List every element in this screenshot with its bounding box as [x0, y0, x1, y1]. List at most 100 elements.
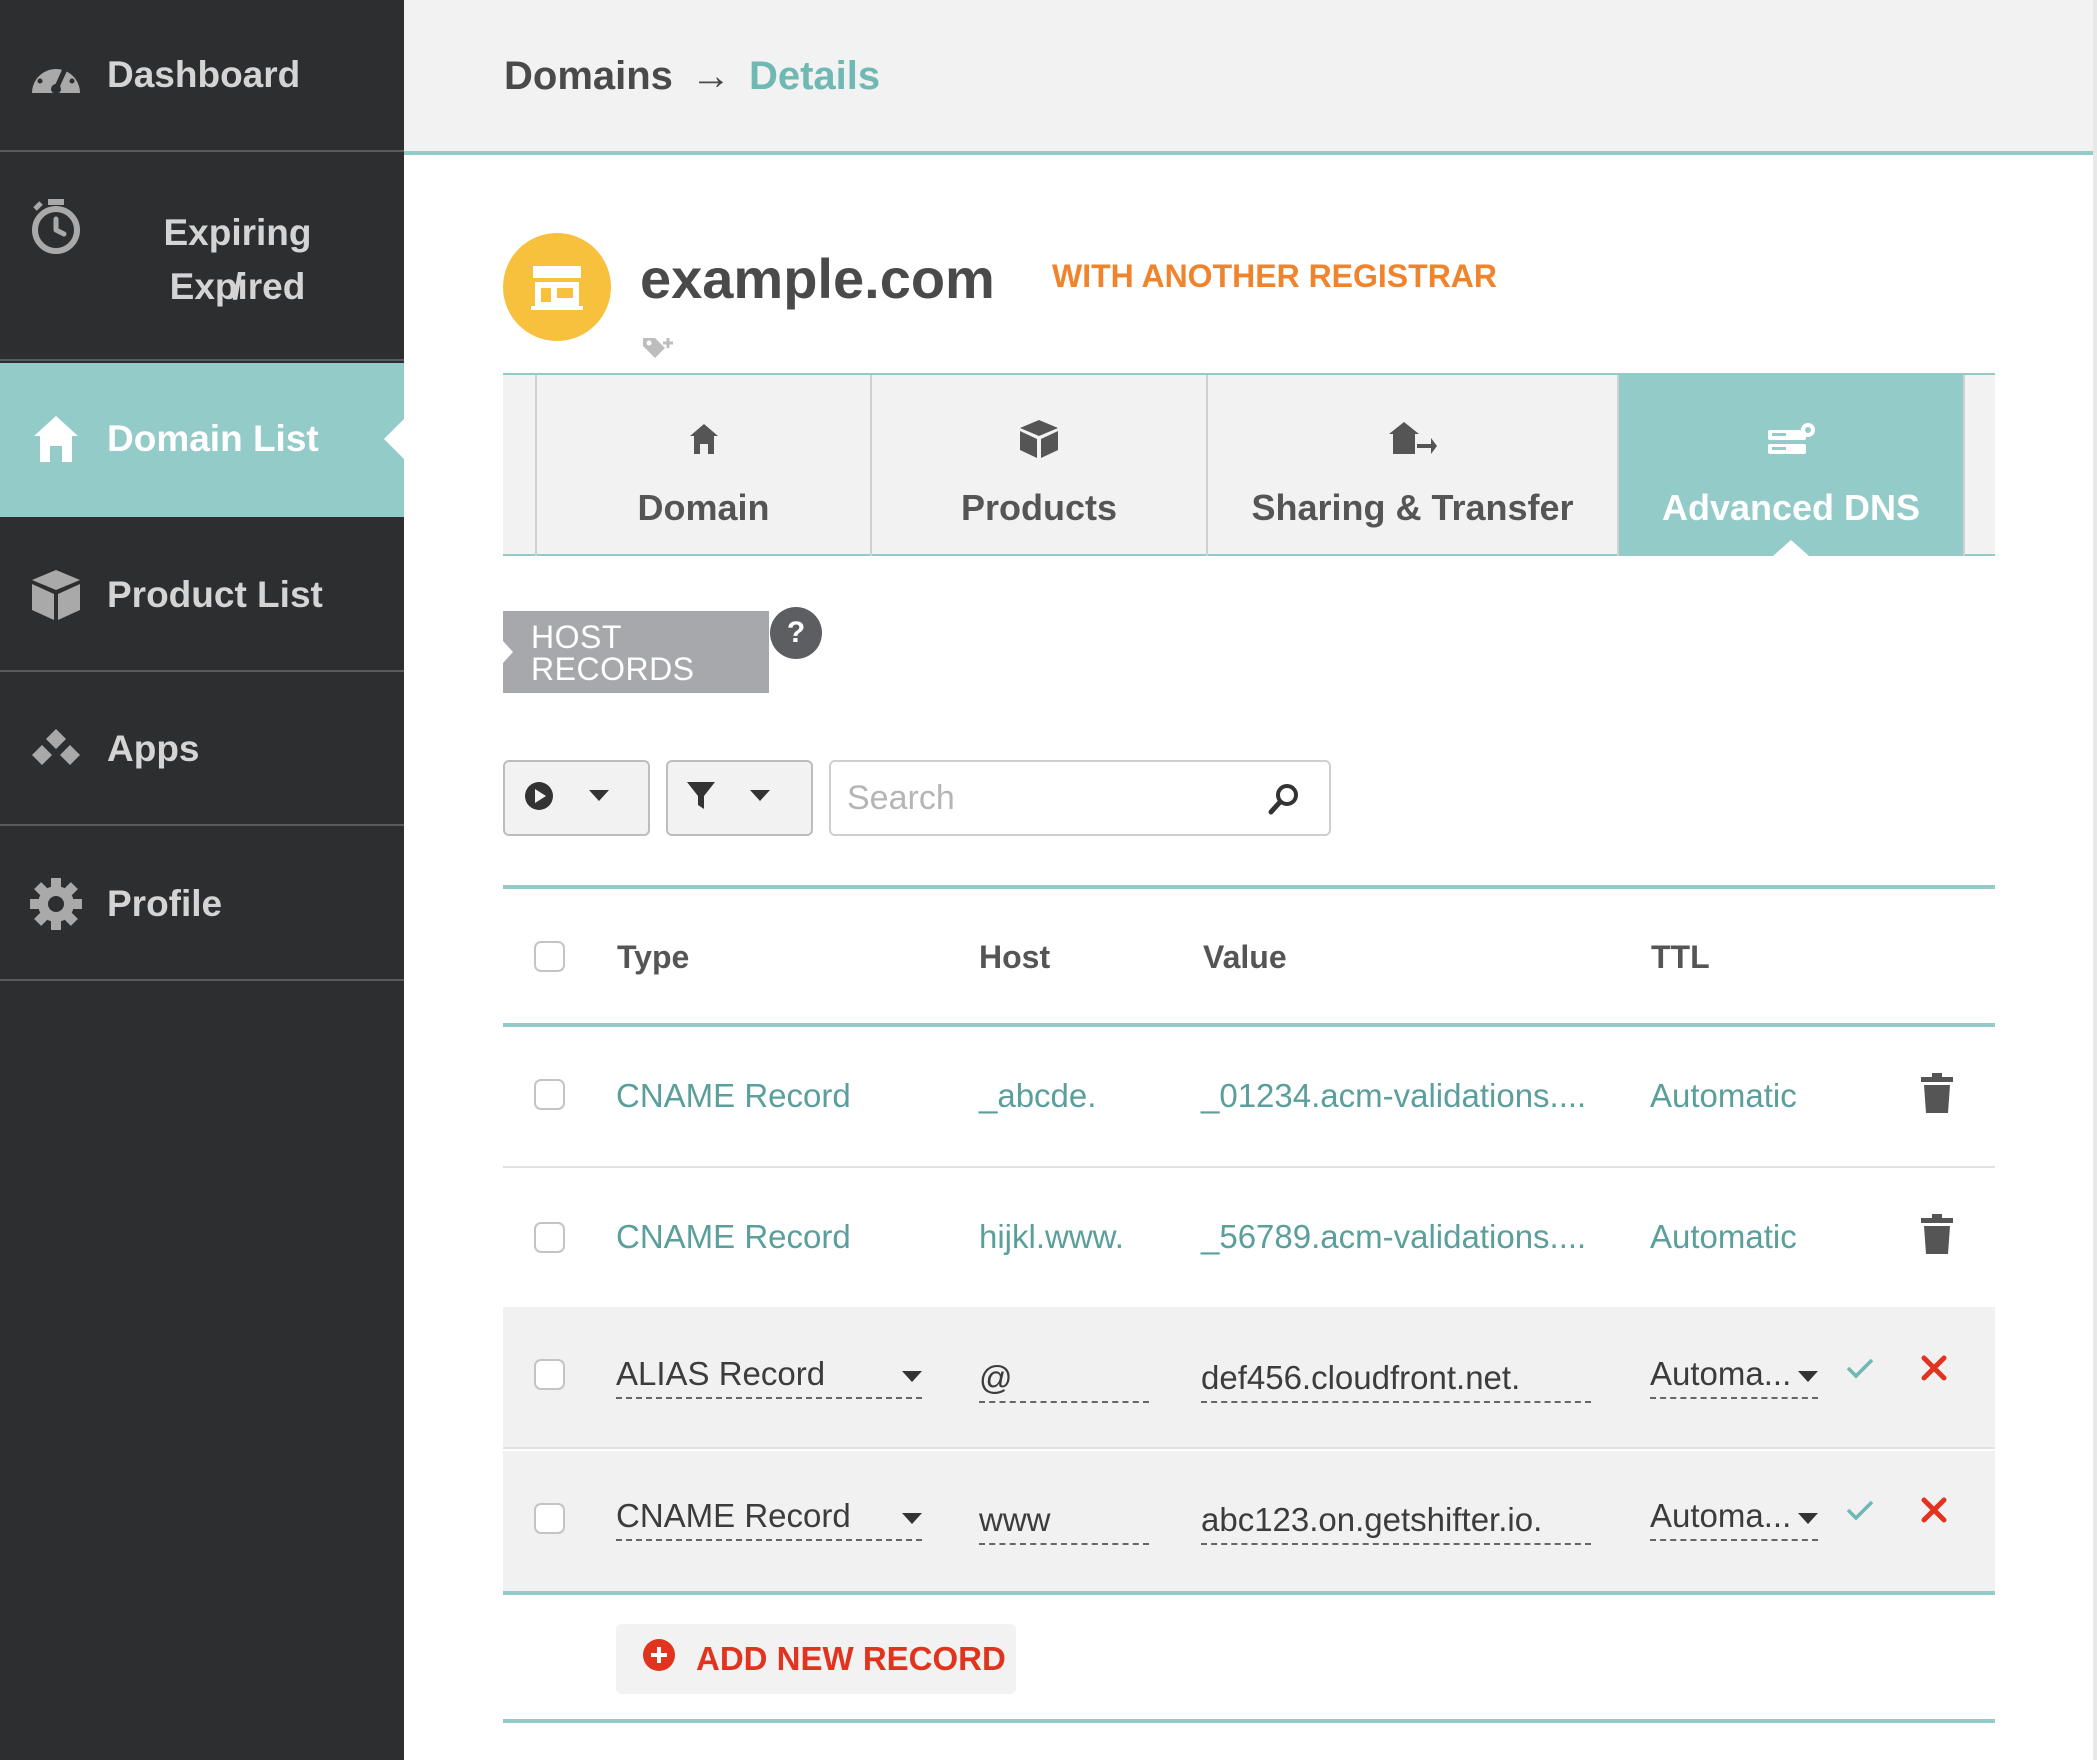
sidebar-item-dashboard[interactable]: Dashboard — [0, 0, 404, 152]
sidebar-item-domain-list[interactable]: Domain List — [0, 363, 404, 517]
storefront-icon — [503, 233, 611, 341]
tab-label: Domain — [637, 486, 770, 528]
host-records-line2: RECORDS — [531, 651, 695, 687]
record-host-input[interactable]: @ — [979, 1359, 1149, 1403]
record-ttl[interactable]: Automatic — [1650, 1218, 1797, 1256]
tab-label: Advanced DNS — [1661, 486, 1921, 528]
trash-icon[interactable] — [1921, 1073, 1953, 1118]
sidebar-item-label: Dashboard — [107, 54, 301, 95]
record-type[interactable]: CNAME Record — [616, 1077, 851, 1115]
search-box — [829, 760, 1331, 836]
table-row-editing[interactable]: ALIAS Record @ def456.cloudfront.net. Au… — [503, 1307, 1995, 1449]
tab-divider — [1963, 375, 1965, 556]
row-checkbox[interactable] — [534, 1079, 565, 1110]
record-type-select[interactable]: CNAME Record — [616, 1497, 922, 1541]
box-icon — [1018, 413, 1060, 465]
record-host-input[interactable]: www — [979, 1501, 1149, 1545]
add-record-bar: ADD NEW RECORD — [503, 1591, 1995, 1723]
chevron-down-icon — [750, 789, 770, 807]
sidebar-item-label: Apps — [107, 728, 200, 769]
trash-icon[interactable] — [1921, 1214, 1953, 1259]
add-new-record-label: ADD NEW RECORD — [696, 1640, 1006, 1677]
filter-icon — [686, 780, 716, 817]
box-icon — [28, 567, 84, 623]
breadcrumb: Domains → Details — [504, 54, 880, 99]
row-checkbox[interactable] — [534, 1503, 565, 1534]
filter-dropdown-button[interactable] — [666, 760, 813, 836]
chevron-down-icon — [1798, 1513, 1818, 1524]
sidebar-item-label: Domain List — [107, 418, 319, 459]
record-ttl-select[interactable]: Automa... — [1650, 1497, 1818, 1541]
tab-label: Products — [960, 486, 1118, 528]
record-type[interactable]: CNAME Record — [616, 1218, 851, 1256]
table-row-editing[interactable]: CNAME Record www abc123.on.getshifter.io… — [503, 1451, 1995, 1593]
actions-dropdown-button[interactable] — [503, 760, 650, 836]
column-header-value[interactable]: Value — [1203, 939, 1287, 976]
record-ttl-select[interactable]: Automa... — [1650, 1355, 1818, 1399]
plus-circle-icon — [642, 1638, 676, 1680]
tab-label: Sharing & Transfer — [1251, 486, 1574, 528]
record-type-select[interactable]: ALIAS Record — [616, 1355, 922, 1399]
chevron-down-icon — [902, 1513, 922, 1524]
tab-advanced-dns[interactable]: Advanced DNS — [1617, 375, 1963, 556]
tab-sharing-transfer[interactable]: Sharing & Transfer — [1206, 375, 1617, 556]
table-row[interactable]: CNAME Record hijkl.www. _56789.acm-valid… — [503, 1170, 1995, 1309]
sidebar-item-label-line2: Expired — [169, 266, 306, 307]
chevron-down-icon — [589, 789, 609, 807]
record-host[interactable]: _abcde. — [979, 1077, 1096, 1115]
cancel-x-icon[interactable] — [1921, 1355, 1947, 1386]
record-value[interactable]: _56789.acm-validations.... — [1201, 1218, 1586, 1256]
row-checkbox[interactable] — [534, 1359, 565, 1390]
chevron-down-icon — [902, 1371, 922, 1382]
house-transfer-icon — [1388, 413, 1437, 465]
save-check-icon[interactable] — [1846, 1499, 1874, 1526]
speedometer-icon — [28, 47, 84, 103]
record-type-value: ALIAS Record — [616, 1355, 826, 1392]
add-tag-icon[interactable] — [641, 334, 675, 365]
save-check-icon[interactable] — [1846, 1357, 1874, 1384]
column-header-host[interactable]: Host — [979, 939, 1050, 976]
search-icon[interactable] — [1267, 782, 1301, 821]
record-ttl-value: Automa... — [1650, 1355, 1792, 1392]
apps-icon — [28, 721, 84, 777]
help-button[interactable]: ? — [770, 607, 822, 659]
domain-status: WITH ANOTHER REGISTRAR — [1052, 258, 1498, 294]
scroll-rail — [2093, 0, 2097, 1760]
tab-domain[interactable]: Domain — [535, 375, 870, 556]
sidebar-item-product-list[interactable]: Product List — [0, 519, 404, 672]
sidebar-item-label: Profile — [107, 882, 223, 924]
record-value-input[interactable]: def456.cloudfront.net. — [1201, 1359, 1591, 1403]
arrow-right-icon: → — [690, 54, 731, 98]
chevron-down-icon — [1798, 1371, 1818, 1382]
domain-tabs: Domain Products Sharing & Transfer Advan… — [503, 373, 1995, 556]
sidebar: Dashboard Expiring / Expired Domain List… — [0, 0, 404, 1760]
breadcrumb-domains-link[interactable]: Domains — [504, 54, 673, 99]
record-value[interactable]: _01234.acm-validations.... — [1201, 1077, 1586, 1115]
top-bar: Domains → Details — [404, 0, 2097, 155]
home-icon — [28, 411, 84, 467]
tab-products[interactable]: Products — [870, 375, 1206, 556]
column-header-ttl[interactable]: TTL — [1651, 939, 1710, 976]
domain-name: example.com — [640, 247, 995, 310]
record-host[interactable]: hijkl.www. — [979, 1218, 1124, 1256]
sidebar-item-expiring[interactable]: Expiring / Expired — [0, 154, 404, 361]
sidebar-item-profile[interactable]: Profile — [0, 828, 404, 981]
sidebar-item-label: Product List — [107, 573, 323, 615]
host-records-label: HOST RECORDS — [503, 611, 769, 693]
add-new-record-button[interactable]: ADD NEW RECORD — [616, 1624, 1016, 1694]
cancel-x-icon[interactable] — [1921, 1497, 1947, 1528]
breadcrumb-current: Details — [748, 54, 881, 98]
table-row[interactable]: CNAME Record _abcde. _01234.acm-validati… — [503, 1027, 1995, 1168]
record-type-value: CNAME Record — [616, 1497, 851, 1534]
host-records-line1: HOST — [531, 619, 622, 655]
search-input[interactable] — [847, 776, 1247, 820]
record-value-input[interactable]: abc123.on.getshifter.io. — [1201, 1501, 1591, 1545]
select-all-checkbox[interactable] — [534, 941, 565, 972]
row-checkbox[interactable] — [534, 1222, 565, 1253]
home-icon — [688, 413, 720, 465]
record-ttl[interactable]: Automatic — [1650, 1077, 1797, 1115]
stopwatch-icon — [28, 198, 84, 254]
sidebar-item-apps[interactable]: Apps — [0, 674, 404, 826]
column-header-type[interactable]: Type — [617, 939, 689, 976]
server-gear-icon — [1766, 413, 1816, 465]
